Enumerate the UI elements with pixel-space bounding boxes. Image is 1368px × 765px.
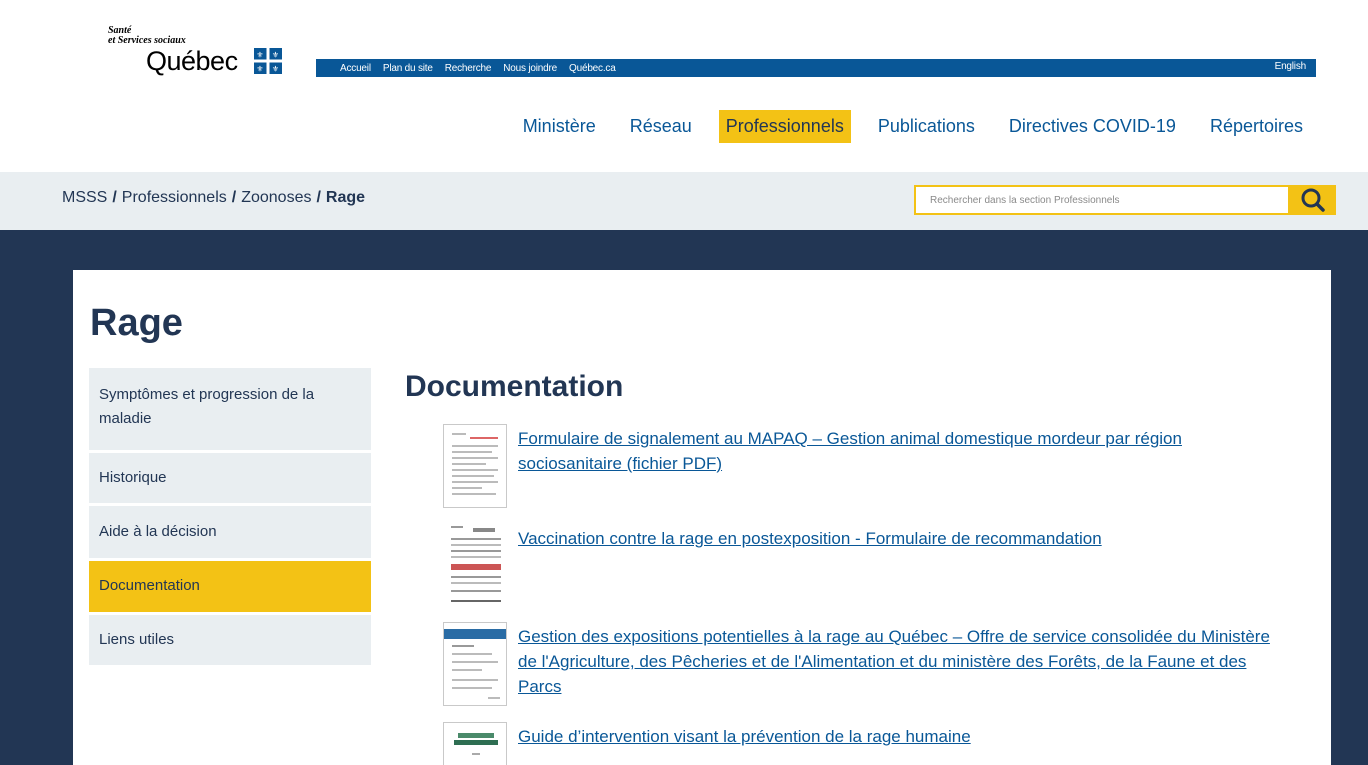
svg-text:⚜: ⚜ [256, 51, 263, 60]
main-nav: Ministère Réseau Professionnels Publicat… [496, 110, 1310, 143]
main-nav-repertoires[interactable]: Répertoires [1203, 110, 1310, 143]
section-heading: Documentation [405, 370, 624, 403]
side-nav: Symptômes et progression de la maladie H… [89, 368, 371, 668]
svg-text:⚜: ⚜ [256, 65, 263, 74]
breadcrumb-item-msss[interactable]: MSSS [62, 189, 107, 206]
main-nav-professionnels[interactable]: Professionnels [718, 110, 851, 143]
main-nav-ministere[interactable]: Ministère [516, 110, 603, 143]
logo-line-services: et Services sociaux [108, 35, 186, 46]
document-link[interactable]: Vaccination contre la rage en postexposi… [518, 526, 1278, 551]
document-link[interactable]: Guide d’intervention visant la préventio… [518, 724, 1278, 749]
section-search-field [914, 185, 1290, 215]
breadcrumb-item-zoonoses[interactable]: Zoonoses [241, 189, 311, 206]
search-button[interactable] [1290, 185, 1336, 215]
main-nav-publications[interactable]: Publications [871, 110, 982, 143]
document-thumbnail[interactable] [443, 722, 507, 765]
document-thumbnail[interactable] [443, 522, 507, 606]
side-nav-item-liens-utiles[interactable]: Liens utiles [89, 615, 371, 665]
quebec-logo[interactable]: Santé et Services sociaux Québec ⚜ ⚜ ⚜ ⚜ [108, 22, 308, 80]
quebec-flag-icon: ⚜ ⚜ ⚜ ⚜ [254, 48, 282, 74]
document-thumbnail[interactable] [443, 424, 507, 508]
breadcrumb-separator: / [316, 189, 321, 206]
breadcrumb-separator: / [112, 189, 117, 206]
utility-link-plan-du-site[interactable]: Plan du site [383, 63, 433, 74]
document-link[interactable]: Formulaire de signalement au MAPAQ – Ges… [518, 426, 1278, 476]
utility-link-quebec-ca[interactable]: Québec.ca [569, 63, 616, 74]
side-nav-item-documentation[interactable]: Documentation [89, 561, 371, 612]
side-nav-item-aide-decision[interactable]: Aide à la décision [89, 506, 371, 558]
side-nav-item-symptomes[interactable]: Symptômes et progression de la maladie [89, 368, 371, 450]
utility-nav-bar: Accueil Plan du site Recherche Nous join… [316, 59, 1316, 77]
document-thumbnail[interactable] [443, 622, 507, 706]
svg-text:⚜: ⚜ [272, 51, 279, 60]
svg-text:⚜: ⚜ [272, 65, 279, 74]
language-toggle-link[interactable]: English [1275, 61, 1307, 72]
main-nav-directives-covid[interactable]: Directives COVID-19 [1002, 110, 1183, 143]
breadcrumb-item-professionnels[interactable]: Professionnels [122, 189, 227, 206]
breadcrumb: MSSS / Professionnels / Zoonoses / Rage [62, 189, 365, 207]
document-link[interactable]: Gestion des expositions potentielles à l… [518, 624, 1278, 699]
side-nav-item-historique[interactable]: Historique [89, 453, 371, 503]
logo-line-quebec: Québec [146, 46, 238, 76]
search-icon [1301, 188, 1325, 212]
utility-link-accueil[interactable]: Accueil [340, 63, 371, 74]
search-input[interactable] [916, 187, 1288, 213]
main-nav-reseau[interactable]: Réseau [623, 110, 699, 143]
breadcrumb-current: Rage [325, 189, 366, 206]
page-title: Rage [90, 302, 183, 344]
breadcrumb-separator: / [231, 189, 237, 206]
utility-link-nous-joindre[interactable]: Nous joindre [503, 63, 557, 74]
breadcrumb-bar: MSSS / Professionnels / Zoonoses / Rage [0, 172, 1368, 230]
utility-link-recherche[interactable]: Recherche [445, 63, 492, 74]
utility-links: Accueil Plan du site Recherche Nous join… [340, 63, 628, 74]
